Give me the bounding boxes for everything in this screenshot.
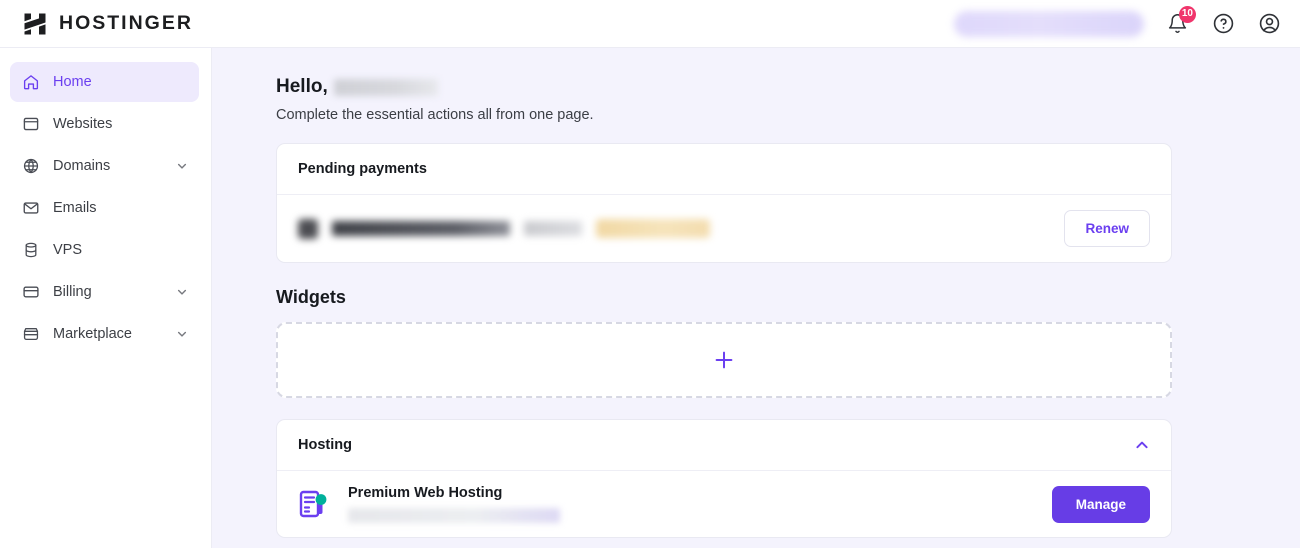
storefront-icon xyxy=(23,328,39,341)
hosting-plan-info: Premium Web Hosting xyxy=(298,485,560,523)
manage-button[interactable]: Manage xyxy=(1051,485,1150,523)
page-body: Home Websites Domains Emails VPS Billing… xyxy=(0,48,1300,548)
sidebar-item-label: Billing xyxy=(53,284,92,300)
hosting-card: Hosting Premium Web Hosting Manage xyxy=(276,419,1172,538)
sidebar-item-label: Domains xyxy=(53,158,111,174)
home-icon xyxy=(23,75,39,90)
credit-card-icon xyxy=(23,286,39,298)
sidebar-item-label: Emails xyxy=(53,200,97,216)
greeting-text: Hello, xyxy=(276,76,328,97)
payment-item-name-redacted xyxy=(332,221,510,236)
account-button[interactable] xyxy=(1256,11,1282,37)
page-title: Hello, xyxy=(276,76,1172,98)
sidebar-item-label: VPS xyxy=(53,242,83,258)
sidebar-item-websites[interactable]: Websites xyxy=(10,104,199,144)
globe-icon xyxy=(23,158,39,174)
payment-item-meta-redacted xyxy=(524,221,582,236)
chevron-down-icon xyxy=(177,289,187,295)
sidebar-item-emails[interactable]: Emails xyxy=(10,188,199,228)
header-actions: 10 xyxy=(954,5,1282,37)
question-circle-icon xyxy=(1213,13,1233,34)
sidebar-item-billing[interactable]: Billing xyxy=(10,272,199,312)
sidebar-item-vps[interactable]: VPS xyxy=(10,230,199,270)
pending-payment-details-redacted xyxy=(298,218,710,239)
envelope-icon xyxy=(23,202,39,214)
sidebar-item-label: Marketplace xyxy=(53,326,132,342)
sidebar-item-home[interactable]: Home xyxy=(10,62,199,102)
hosting-server-icon xyxy=(299,490,327,518)
chevron-down-icon xyxy=(177,331,187,337)
hosting-plan-row: Premium Web Hosting Manage xyxy=(277,471,1171,537)
sidebar-item-domains[interactable]: Domains xyxy=(10,146,199,186)
search-input[interactable] xyxy=(954,10,1144,37)
chevron-up-icon[interactable] xyxy=(1134,437,1150,453)
help-button[interactable] xyxy=(1210,11,1236,37)
pending-payment-row: Renew xyxy=(277,195,1171,262)
pending-payments-card: Pending payments Renew xyxy=(276,143,1172,263)
hosting-plan-name: Premium Web Hosting xyxy=(348,485,503,501)
renew-button[interactable]: Renew xyxy=(1064,210,1150,247)
main-content: Hello, Complete the essential actions al… xyxy=(212,48,1300,548)
server-icon xyxy=(25,242,37,258)
plus-icon xyxy=(715,351,733,369)
top-header: HOSTINGER 10 xyxy=(0,0,1300,48)
brand-logo[interactable]: HOSTINGER xyxy=(22,11,193,37)
brand-name: HOSTINGER xyxy=(59,12,193,34)
notifications-button[interactable]: 10 xyxy=(1164,5,1196,37)
page-subtitle: Complete the essential actions all from … xyxy=(276,107,594,123)
pending-payments-header: Pending payments xyxy=(277,144,1171,195)
sidebar: Home Websites Domains Emails VPS Billing… xyxy=(0,48,212,548)
sidebar-item-label: Websites xyxy=(53,116,113,132)
chevron-down-icon xyxy=(177,163,187,169)
sidebar-item-label: Home xyxy=(53,74,92,90)
hosting-title: Hosting xyxy=(298,437,352,453)
widgets-section-title: Widgets xyxy=(276,287,346,307)
hostinger-h-logo-icon xyxy=(24,13,46,34)
greeting-username-redacted xyxy=(333,78,438,96)
add-widget-button[interactable] xyxy=(276,322,1172,398)
hosting-domain-redacted xyxy=(348,508,560,523)
payment-item-icon xyxy=(298,218,318,239)
payment-status-badge-redacted xyxy=(596,219,710,238)
window-icon xyxy=(23,117,39,131)
notification-count-badge: 10 xyxy=(1178,5,1196,23)
sidebar-item-marketplace[interactable]: Marketplace xyxy=(10,314,199,354)
pending-payments-title: Pending payments xyxy=(298,161,427,177)
user-circle-icon xyxy=(1259,13,1279,34)
hosting-header[interactable]: Hosting xyxy=(277,420,1171,471)
